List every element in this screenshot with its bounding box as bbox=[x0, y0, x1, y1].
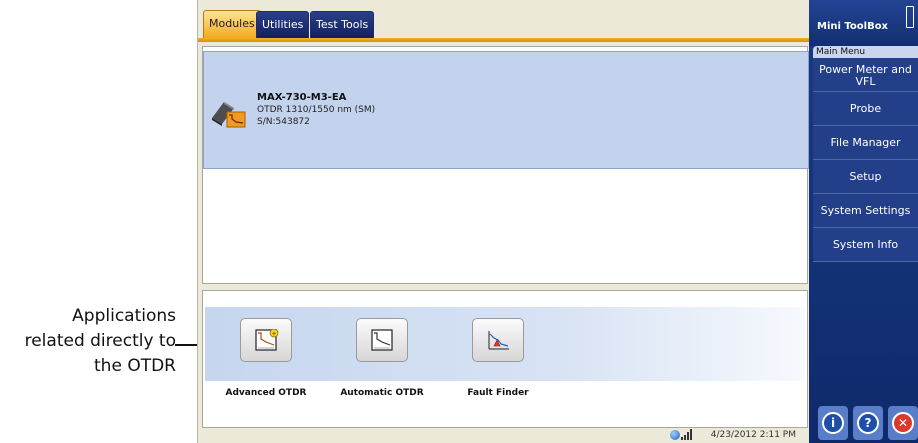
tab-modules[interactable]: Modules bbox=[203, 10, 261, 39]
tab-underline bbox=[198, 38, 810, 42]
status-datetime: 4/23/2012 2:11 PM bbox=[710, 430, 796, 440]
module-name: MAX-730-M3-EA bbox=[257, 92, 347, 103]
automatic-otdr-button[interactable]: Automatic OTDR bbox=[327, 318, 437, 398]
main-menu-caption: Main Menu bbox=[813, 46, 918, 58]
tab-utilities[interactable]: Utilities bbox=[256, 11, 310, 38]
close-icon[interactable]: ✕ bbox=[892, 412, 914, 434]
callout-line-1: Applications bbox=[72, 306, 176, 326]
signal-strength-icon bbox=[681, 429, 693, 443]
module-row[interactable]: MAX-730-M3-EA OTDR 1310/1550 nm (SM) S/N… bbox=[203, 51, 809, 169]
advanced-otdr-button[interactable]: + Advanced OTDR bbox=[211, 318, 321, 398]
advanced-otdr-label: Advanced OTDR bbox=[225, 388, 307, 398]
toolbox-grip-icon[interactable] bbox=[906, 6, 914, 28]
fault-finder-label: Fault Finder bbox=[467, 388, 529, 398]
toolbox-title: Mini ToolBox bbox=[817, 21, 889, 32]
callout-line-2: related directly to bbox=[24, 331, 176, 351]
main-window: Modules Utilities Test Tools MAX-730-M3-… bbox=[197, 0, 810, 443]
callout-text: Applications related directly to the OTD… bbox=[0, 304, 176, 379]
automatic-otdr-icon bbox=[371, 329, 393, 351]
mini-toolbox: Mini ToolBox Main Menu Power Meter and V… bbox=[809, 0, 918, 443]
main-menu: Power Meter and VFL Probe File Manager S… bbox=[813, 58, 918, 262]
menu-item-file-manager[interactable]: File Manager bbox=[813, 126, 918, 160]
advanced-otdr-icon: + bbox=[255, 329, 279, 351]
status-bar: 4/23/2012 2:11 PM bbox=[198, 428, 810, 443]
menu-item-setup[interactable]: Setup bbox=[813, 160, 918, 194]
module-list: MAX-730-M3-EA OTDR 1310/1550 nm (SM) S/N… bbox=[202, 46, 809, 284]
menu-item-power-meter-vfl[interactable]: Power Meter and VFL bbox=[813, 58, 918, 92]
fault-finder-button[interactable]: Fault Finder bbox=[443, 318, 553, 398]
tab-bar: Modules Utilities Test Tools bbox=[198, 0, 810, 44]
fault-finder-icon bbox=[488, 331, 509, 350]
callout-line-3: the OTDR bbox=[94, 356, 176, 376]
svg-text:+: + bbox=[271, 331, 276, 338]
applications-panel: + Advanced OTDR Automatic OTDR Fault Fin… bbox=[202, 290, 808, 428]
module-serial: S/N:543872 bbox=[257, 117, 310, 127]
otdr-module-icon bbox=[210, 98, 250, 128]
tab-test-tools[interactable]: Test Tools bbox=[310, 11, 375, 38]
info-icon[interactable]: i bbox=[822, 412, 844, 434]
automatic-otdr-label: Automatic OTDR bbox=[340, 388, 424, 398]
help-icon[interactable]: ? bbox=[857, 412, 879, 434]
screen: Applications related directly to the OTD… bbox=[0, 0, 918, 443]
menu-item-system-info[interactable]: System Info bbox=[813, 228, 918, 262]
automatic-otdr-tile[interactable] bbox=[356, 318, 408, 362]
advanced-otdr-tile[interactable]: + bbox=[240, 318, 292, 362]
toolbox-header: Mini ToolBox bbox=[809, 0, 918, 46]
module-description: OTDR 1310/1550 nm (SM) bbox=[257, 105, 376, 115]
network-icon bbox=[670, 430, 680, 440]
menu-item-system-settings[interactable]: System Settings bbox=[813, 194, 918, 228]
menu-item-probe[interactable]: Probe bbox=[813, 92, 918, 126]
fault-finder-tile[interactable] bbox=[472, 318, 524, 362]
